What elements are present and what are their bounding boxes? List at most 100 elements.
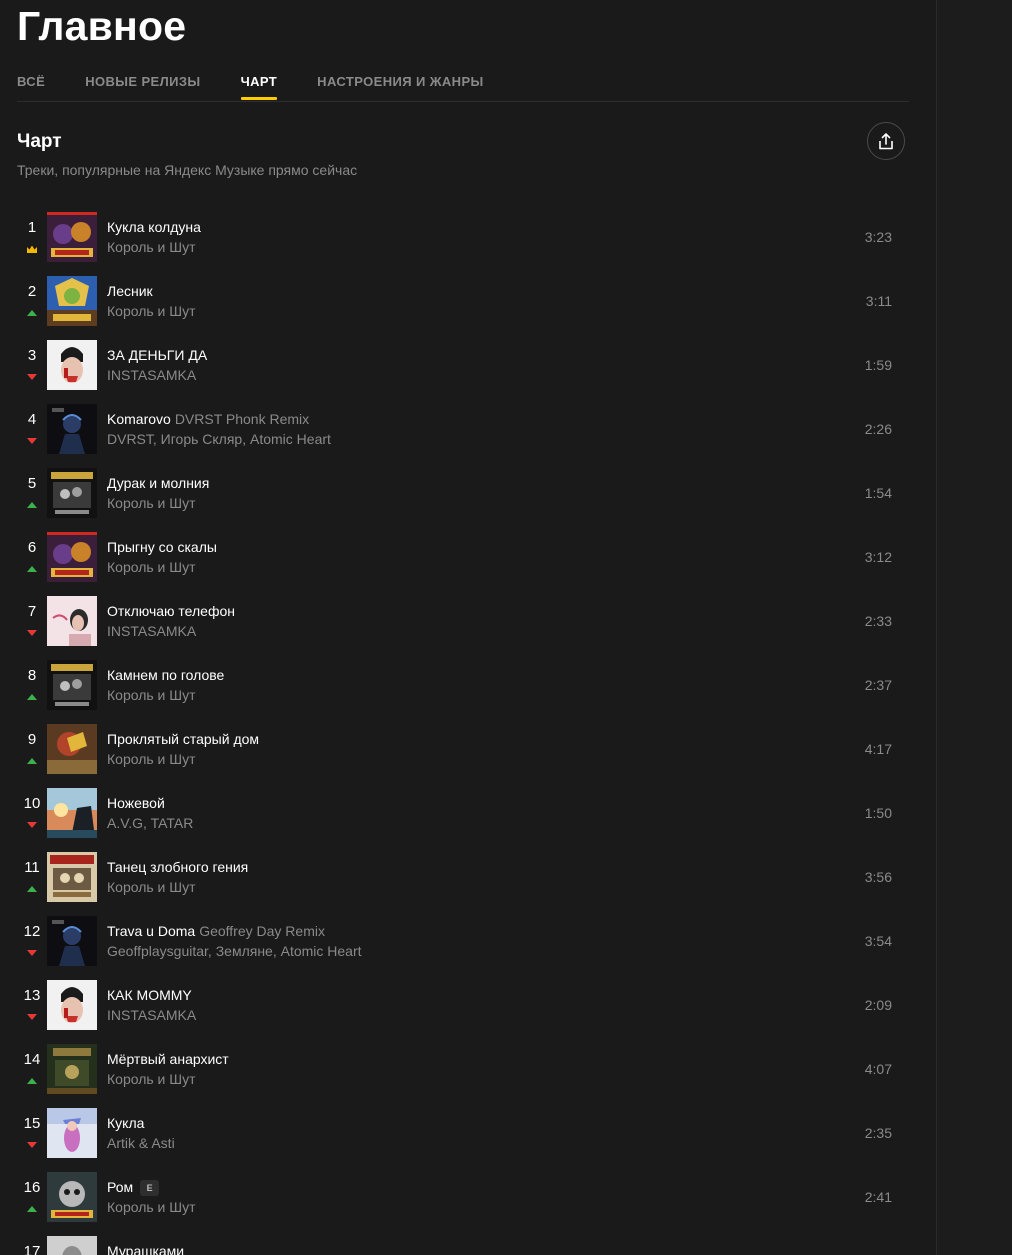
album-cover[interactable] — [47, 1172, 97, 1222]
album-cover-image — [47, 1108, 97, 1158]
album-cover[interactable] — [47, 212, 97, 262]
share-button[interactable] — [867, 122, 905, 160]
track-title[interactable]: КАК MOMMY — [107, 986, 807, 1004]
track-title-text[interactable]: КАК MOMMY — [107, 987, 192, 1003]
track-title[interactable]: Кукла — [107, 1114, 807, 1132]
album-cover[interactable] — [47, 1236, 97, 1255]
track-artist[interactable]: Король и Шут — [107, 238, 807, 256]
track-artist[interactable]: A.V.G, TATAR — [107, 814, 807, 832]
track-artist[interactable]: Artik & Asti — [107, 1134, 807, 1152]
track-artist[interactable]: Король и Шут — [107, 686, 807, 704]
track-artist[interactable]: Король и Шут — [107, 1070, 807, 1088]
track-row[interactable]: 2 Лесник Король и Шут 3:11 — [17, 269, 909, 333]
track-title-text[interactable]: Кукла колдуна — [107, 219, 201, 235]
track-title-text[interactable]: Кукла — [107, 1115, 144, 1131]
track-artist[interactable]: INSTASAMKA — [107, 622, 807, 640]
track-row[interactable]: 8 Камнем по голове Король и Шут 2:37 — [17, 653, 909, 717]
track-title[interactable]: Trava u Doma Geoffrey Day Remix — [107, 922, 807, 940]
track-title-text[interactable]: Ром — [107, 1179, 133, 1195]
track-title-text[interactable]: Танец злобного гения — [107, 859, 248, 875]
album-cover[interactable] — [47, 916, 97, 966]
track-title[interactable]: Проклятый старый дом — [107, 730, 807, 748]
album-cover[interactable] — [47, 276, 97, 326]
track-artist[interactable]: Geoffplaysguitar, Земляне, Atomic Heart — [107, 942, 807, 960]
track-title[interactable]: ЗА ДЕНЬГИ ДА — [107, 346, 807, 364]
track-artist[interactable]: Король и Шут — [107, 558, 807, 576]
track-info: Кукла колдуна Король и Шут — [107, 218, 807, 256]
trend-down-icon — [27, 1142, 37, 1148]
track-row[interactable]: 17 Мурашками — [17, 1229, 909, 1255]
track-row[interactable]: 13 КАК MOMMY INSTASAMKA 2:09 — [17, 973, 909, 1037]
track-title-text[interactable]: Камнем по голове — [107, 667, 224, 683]
track-title-text[interactable]: Прыгну со скалы — [107, 539, 217, 555]
album-cover-image — [47, 1172, 97, 1222]
album-cover[interactable] — [47, 1044, 97, 1094]
track-title[interactable]: Отключаю телефон — [107, 602, 807, 620]
album-cover[interactable] — [47, 532, 97, 582]
album-cover-image — [47, 660, 97, 710]
track-row[interactable]: 6 Прыгну со скалы Король и Шут 3:12 — [17, 525, 909, 589]
track-duration: 2:35 — [864, 1125, 892, 1141]
trend-up-icon — [27, 886, 37, 892]
track-title[interactable]: Мурашками — [107, 1242, 807, 1255]
album-cover[interactable] — [47, 340, 97, 390]
track-title[interactable]: Ром E — [107, 1178, 807, 1196]
album-cover[interactable] — [47, 404, 97, 454]
track-title[interactable]: Ножевой — [107, 794, 807, 812]
album-cover[interactable] — [47, 724, 97, 774]
track-title-text[interactable]: Проклятый старый дом — [107, 731, 259, 747]
album-cover-image — [47, 724, 97, 774]
album-cover[interactable] — [47, 468, 97, 518]
track-row[interactable]: 11 Танец злобного гения Король и Шут 3:56 — [17, 845, 909, 909]
track-title[interactable]: Прыгну со скалы — [107, 538, 807, 556]
track-title-text[interactable]: ЗА ДЕНЬГИ ДА — [107, 347, 207, 363]
track-row[interactable]: 12 Trava u Doma Geoffrey Day Remix Geoffpla… — [17, 909, 909, 973]
album-cover[interactable] — [47, 660, 97, 710]
track-title-text[interactable]: Лесник — [107, 283, 153, 299]
track-artist[interactable]: Король и Шут — [107, 878, 807, 896]
track-rank: 12 — [23, 923, 41, 940]
track-row[interactable]: 7 Отключаю телефон INSTASAMKA 2:33 — [17, 589, 909, 653]
track-row[interactable]: 3 ЗА ДЕНЬГИ ДА INSTASAMKA 1:59 — [17, 333, 909, 397]
track-title-text[interactable]: Мёртвый анархист — [107, 1051, 229, 1067]
album-cover[interactable] — [47, 596, 97, 646]
track-artist[interactable]: Король и Шут — [107, 750, 807, 768]
album-cover[interactable] — [47, 788, 97, 838]
track-title-text[interactable]: Ножевой — [107, 795, 165, 811]
album-cover-image — [47, 276, 97, 326]
track-row[interactable]: 10 Ножевой A.V.G, TATAR 1:50 — [17, 781, 909, 845]
track-artist[interactable]: Король и Шут — [107, 494, 807, 512]
track-row[interactable]: 16 Ром E Король и Шут 2:41 — [17, 1165, 909, 1229]
album-cover[interactable] — [47, 852, 97, 902]
track-title-text[interactable]: Trava u Doma — [107, 923, 195, 939]
track-title-text[interactable]: Отключаю телефон — [107, 603, 235, 619]
album-cover[interactable] — [47, 980, 97, 1030]
track-row[interactable]: 14 Мёртвый анархист Король и Шут 4:07 — [17, 1037, 909, 1101]
track-title[interactable]: Камнем по голове — [107, 666, 807, 684]
trend-down-icon — [27, 438, 37, 444]
track-title-text[interactable]: Дурак и молния — [107, 475, 209, 491]
album-cover[interactable] — [47, 1108, 97, 1158]
tab-moods-genres[interactable]: НАСТРОЕНИЯ И ЖАНРЫ — [317, 70, 484, 100]
track-artist[interactable]: DVRST, Игорь Скляр, Atomic Heart — [107, 430, 807, 448]
track-artist[interactable]: INSTASAMKA — [107, 366, 807, 384]
track-row[interactable]: 9 Проклятый старый дом Король и Шут 4:17 — [17, 717, 909, 781]
tab-all[interactable]: ВСЁ — [17, 70, 45, 100]
track-title[interactable]: Дурак и молния — [107, 474, 807, 492]
track-artist[interactable]: Король и Шут — [107, 302, 807, 320]
track-title-text[interactable]: Komarovo — [107, 411, 171, 427]
track-title[interactable]: Кукла колдуна — [107, 218, 807, 236]
track-title[interactable]: Танец злобного гения — [107, 858, 807, 876]
track-title[interactable]: Лесник — [107, 282, 807, 300]
track-row[interactable]: 4 Komarovo DVRST Phonk Remix DVRST, Игорь С… — [17, 397, 909, 461]
track-title[interactable]: Мёртвый анархист — [107, 1050, 807, 1068]
track-row[interactable]: 1 Кукла колдуна Король и Шут 3:23 — [17, 205, 909, 269]
tab-new-releases[interactable]: НОВЫЕ РЕЛИЗЫ — [85, 70, 200, 100]
track-title-text[interactable]: Мурашками — [107, 1243, 184, 1255]
tab-chart[interactable]: ЧАРТ — [240, 70, 278, 100]
track-row[interactable]: 15 Кукла Artik & Asti 2:35 — [17, 1101, 909, 1165]
track-artist[interactable]: INSTASAMKA — [107, 1006, 807, 1024]
track-artist[interactable]: Король и Шут — [107, 1198, 807, 1216]
track-title[interactable]: Komarovo DVRST Phonk Remix — [107, 410, 807, 428]
track-row[interactable]: 5 Дурак и молния Король и Шут 1:54 — [17, 461, 909, 525]
